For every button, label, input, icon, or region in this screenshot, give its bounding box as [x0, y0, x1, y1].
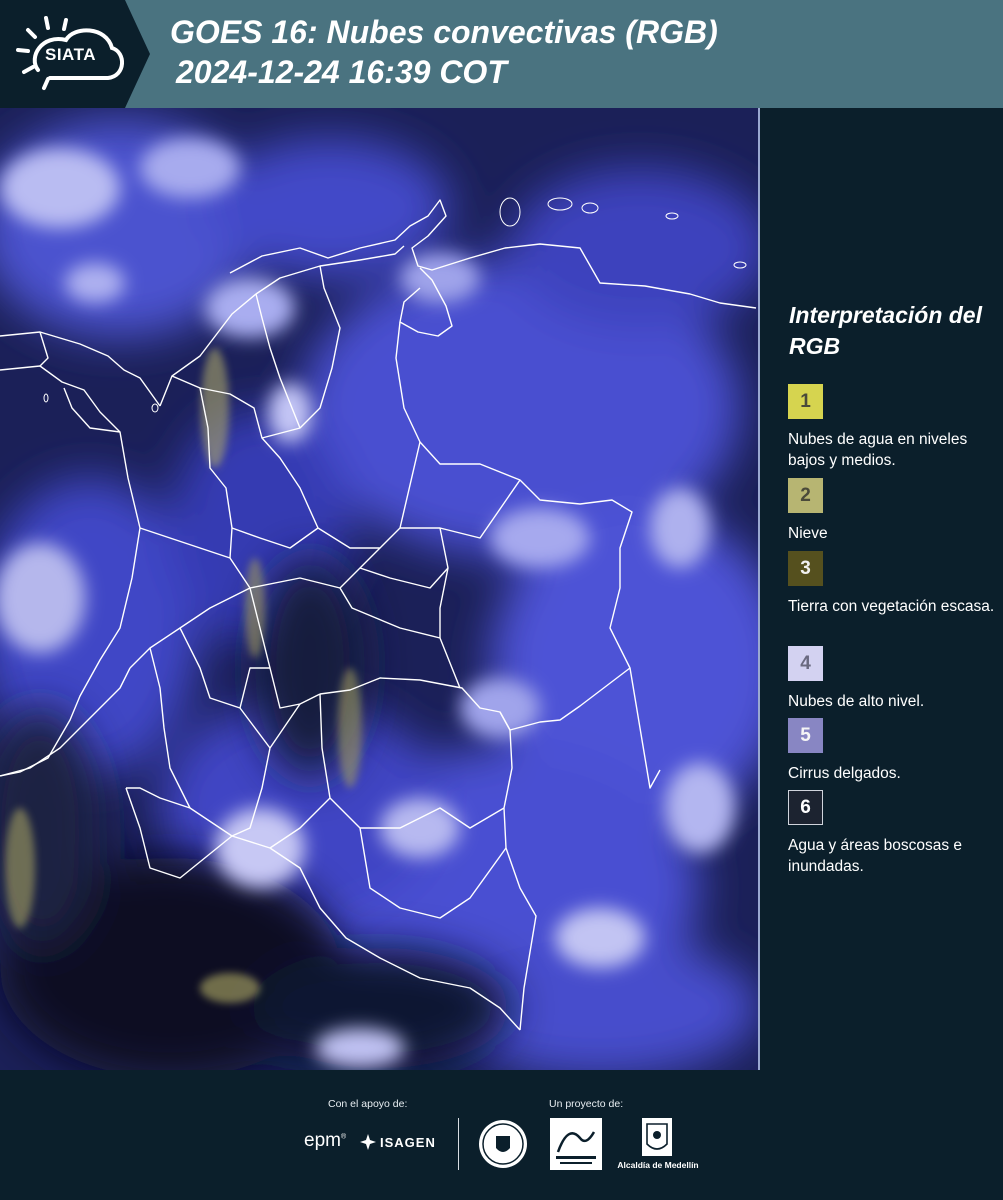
satellite-map[interactable]	[0, 108, 760, 1070]
alcaldia-shield-icon	[642, 1118, 672, 1156]
isagen-logo-text: ISAGEN	[380, 1134, 436, 1150]
alcaldia-medellin-logo[interactable]: Alcaldía de Medellín	[612, 1118, 704, 1172]
legend-description-6: Agua y áreas boscosas e inundadas.	[788, 837, 963, 875]
legend-swatch-2: 2	[788, 478, 823, 513]
page-timestamp: 2024-12-24 16:39 COT	[176, 54, 507, 90]
legend-description-5: Cirrus delgados.	[788, 765, 901, 782]
medellin-seal-icon[interactable]	[478, 1118, 528, 1170]
legend-item-3: 3 Tierra con vegetación escasa.	[788, 551, 998, 617]
legend-item-1: 1 Nubes de agua en niveles bajos y medio…	[788, 384, 998, 471]
header: SIATA GOES 16: Nubes convectivas (RGB) 2…	[0, 0, 1003, 108]
footer: Con el apoyo de: Un proyecto de: epm® IS…	[0, 1070, 1003, 1200]
legend-description-2: Nieve	[788, 525, 828, 542]
legend-description-4: Nubes de alto nivel.	[788, 693, 925, 710]
page-title: GOES 16: Nubes convectivas (RGB)	[170, 14, 718, 50]
legend-swatch-6: 6	[788, 790, 823, 825]
isagen-star-icon	[360, 1134, 376, 1150]
support-label: Con el apoyo de:	[328, 1098, 408, 1110]
legend-item-5: 5 Cirrus delgados.	[788, 718, 998, 784]
legend-description-3: Tierra con vegetación escasa.	[788, 598, 995, 615]
area-metropolitana-logo-icon[interactable]	[550, 1118, 602, 1170]
legend-item-2: 2 Nieve	[788, 478, 998, 544]
siata-logo-text: SIATA	[45, 45, 96, 64]
legend-swatch-3: 3	[788, 551, 823, 586]
epm-logo[interactable]: epm®	[304, 1130, 346, 1152]
isagen-logo[interactable]: ISAGEN	[360, 1130, 436, 1154]
legend-swatch-1: 1	[788, 384, 823, 419]
legend-panel: Interpretación del RGB 1 Nubes de agua e…	[762, 108, 1003, 1070]
project-label: Un proyecto de:	[549, 1098, 624, 1110]
legend-swatch-4: 4	[788, 646, 823, 681]
footer-divider	[458, 1118, 459, 1170]
siata-logo-box[interactable]: SIATA	[0, 0, 150, 108]
legend-item-6: 6 Agua y áreas boscosas e inundadas.	[788, 790, 998, 877]
legend-title: Interpretación del RGB	[789, 302, 982, 359]
legend-description-1: Nubes de agua en niveles bajos y medios.	[788, 431, 968, 469]
legend-item-4: 4 Nubes de alto nivel.	[788, 646, 998, 712]
legend-swatch-5: 5	[788, 718, 823, 753]
alcaldia-logo-text: Alcaldía de Medellín	[617, 1160, 699, 1170]
epm-logo-text: epm	[304, 1130, 341, 1151]
satellite-image	[0, 108, 758, 1070]
